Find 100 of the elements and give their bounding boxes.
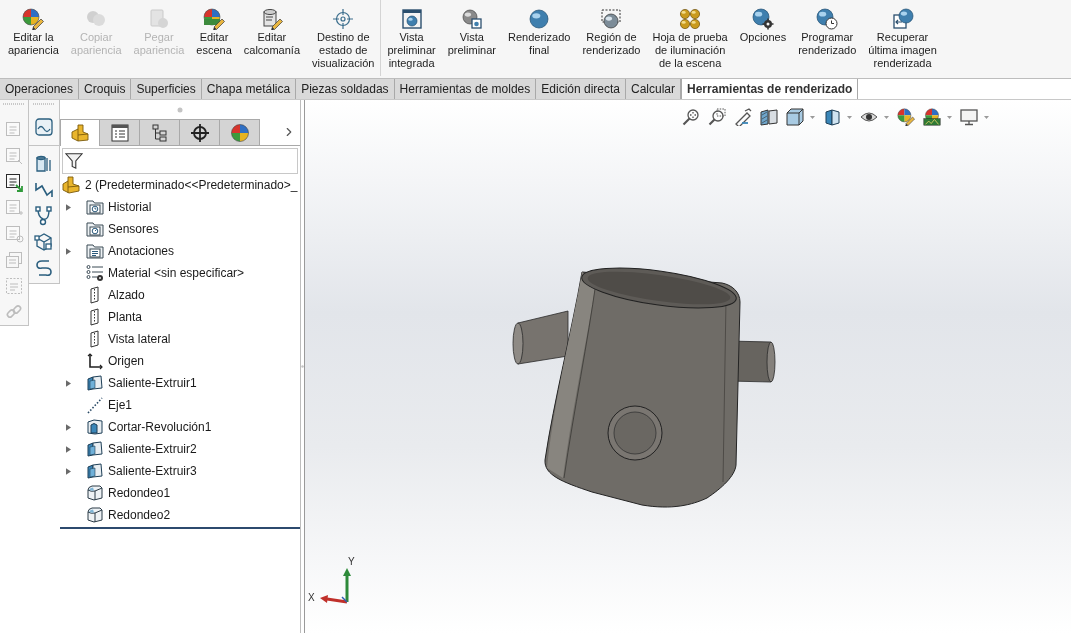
ribbon-tab[interactable]: Herramientas de renderizado [681,79,859,99]
pen-icon[interactable] [734,108,752,126]
tree-item[interactable]: Cortar-Revolución1 [108,418,212,436]
filter-icon[interactable] [65,152,83,170]
color-ball-pencil-icon [22,8,45,30]
rounded-cube-icon [86,484,104,502]
cylinder-icon[interactable] [34,154,54,174]
expand-arrow-icon[interactable] [66,445,71,453]
rounded-cube-icon [86,506,104,524]
text-box-icon[interactable] [4,172,24,192]
tree-item[interactable]: Planta [108,308,143,326]
tree-item[interactable]: Saliente-Extruir2 [108,440,197,458]
ribbon-tab[interactable]: Calcular [626,79,682,99]
expand-arrow-icon[interactable] [66,247,71,255]
tree-item[interactable]: Alzado [108,286,145,304]
sphere-window-icon [460,8,483,30]
expand-arrow-icon[interactable] [66,203,71,211]
property-list-icon [109,122,130,143]
panel-wave-icon[interactable] [34,117,54,137]
expand-arrow-icon[interactable] [66,423,71,431]
3d-viewport[interactable]: X Y [304,100,1071,633]
list-gear-icon [86,264,104,282]
crosshair-icon [189,122,210,143]
ribbon-button[interactable]: Renderizado final [502,0,577,76]
ribbon-button[interactable]: Programar renderizado [792,0,863,76]
zoom-to-fit-icon[interactable] [682,108,700,126]
node-curve-icon[interactable] [34,206,54,226]
ribbon-button[interactable]: Editar la apariencia [2,0,65,76]
monitor-icon[interactable] [960,108,978,126]
coil-icon[interactable] [34,258,54,278]
section-panels-icon[interactable] [760,108,778,126]
axis-label: X [308,593,315,603]
node-cube-icon[interactable] [34,232,54,252]
panel-tab[interactable] [180,119,220,146]
ribbon-button[interactable]: Opciones [733,0,793,76]
tree-diagram-icon [149,122,170,143]
ribbon-button[interactable]: Destino de estado de visualización [306,0,381,76]
tree-item[interactable]: Sensores [108,220,159,238]
folder-gauge-icon [86,220,104,238]
caret-icon[interactable] [847,115,852,119]
tree-item[interactable]: Origen [108,352,145,370]
ribbon-tab[interactable]: Edición directa [536,79,626,99]
tree-item[interactable]: Saliente-Extruir1 [108,374,197,392]
panel-tab[interactable] [100,119,140,146]
folder-lines-icon [86,242,104,260]
ribbon-button[interactable]: Región de renderizado [576,0,647,76]
dotted-line-icon [86,396,104,414]
tree-item[interactable]: Redondeo1 [108,484,171,502]
axis-triad-icon [320,568,354,604]
shaded-cube-icon[interactable] [823,108,841,126]
zoom-to-area-icon[interactable] [708,108,726,126]
ribbon-tab[interactable]: Croquis [79,79,132,99]
panel-tab[interactable] [140,119,180,146]
tree-item[interactable]: Material <sin especificar> [108,264,245,282]
ribbon-button[interactable]: Vista preliminar [441,0,502,76]
axis-label: Y [348,557,355,567]
ribbon-tab[interactable]: Superficies [131,79,202,99]
sphere-frame-arrow-icon [891,8,914,30]
caret-icon[interactable] [884,115,889,119]
filter-field[interactable] [62,148,298,174]
ribbon-button[interactable]: Hoja de prueba de iluminación de la escena [646,0,734,76]
tree-item[interactable]: Historial [108,198,152,216]
grip-dot-icon[interactable] [177,106,183,113]
dashed-frame-sphere-icon [600,8,623,30]
expand-arrow-icon[interactable] [66,379,71,387]
color-ball-pencil-icon[interactable] [897,108,915,126]
grip-dot-icon[interactable] [301,364,304,369]
tree-item[interactable]: Vista lateral [108,330,171,348]
clipboard-icon [147,8,170,30]
ribbon-button[interactable]: Editar escena [190,0,238,76]
part-blocks-icon [62,176,80,194]
folder-clock-icon [86,198,104,216]
ribbon-tab[interactable]: Herramientas de moldes [394,79,537,99]
axes-icon [86,352,104,370]
tree-item[interactable]: Redondeo2 [108,506,171,524]
tree-item[interactable]: Eje1 [108,396,133,414]
tree-root-item[interactable]: 2 (Predeterminado<<Predeterminado>_ [85,176,298,194]
expand-arrow-icon[interactable] [66,467,71,475]
ribbon-button[interactable]: Recuperar última imagen renderizada [862,0,943,76]
ribbon-button[interactable]: Vista preliminar integrada [381,0,442,76]
caret-icon[interactable] [984,115,989,119]
ribbon-tab[interactable]: Operaciones [0,79,80,99]
ribbon-tab[interactable]: Piezas soldadas [296,79,395,99]
tree-item[interactable]: Anotaciones [108,242,175,260]
sphere-clock-icon [816,8,839,30]
cube-icon [86,462,104,480]
sphere-icon [528,8,551,30]
caret-icon[interactable] [947,115,952,119]
color-ball-scene-icon[interactable] [923,108,941,126]
crosshair-icon [332,8,355,30]
caret-icon[interactable] [810,115,815,119]
cube-icon [86,374,104,392]
cube-icon[interactable] [786,108,804,126]
ribbon-tab[interactable]: Chapa metálica [201,79,297,99]
ribbon-button[interactable]: Editar calcomanía [237,0,307,76]
tree-item[interactable]: Saliente-Extruir3 [108,462,197,480]
cube-icon [86,440,104,458]
cylinder-pencil-icon [260,8,283,30]
curve-icon[interactable] [34,180,54,200]
cut-cube-icon [86,418,104,436]
